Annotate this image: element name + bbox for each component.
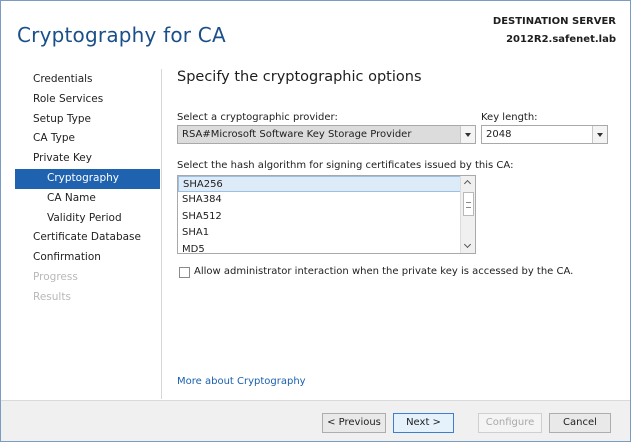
cancel-button[interactable]: Cancel [549,413,611,433]
key-length-select-value: 2048 [486,129,512,140]
hash-list-scrollbar[interactable] [460,176,475,253]
nav-item-validity-period[interactable]: Validity Period [15,209,160,229]
nav-item-progress: Progress [33,270,78,283]
nav-item-role-services[interactable]: Role Services [15,90,160,110]
previous-button[interactable]: < Previous [322,413,386,433]
section-title: Specify the cryptographic options [177,69,422,85]
nav-item-private-key[interactable]: Private Key [15,149,160,169]
nav-item-confirmation[interactable]: Confirmation [15,248,160,268]
provider-select[interactable]: RSA#Microsoft Software Key Storage Provi… [177,125,476,144]
admin-interaction-checkbox[interactable] [179,267,190,278]
key-length-select[interactable]: 2048 [481,125,608,144]
key-length-label: Key length: [481,112,538,123]
destination-server-name: 2012R2.safenet.lab [506,34,616,45]
hash-algorithm-list[interactable]: SHA256 SHA384 SHA512 SHA1 MD5 [177,175,476,254]
page-title: Cryptography for CA [17,23,226,47]
scroll-up-icon[interactable] [461,176,475,190]
nav-item-ca-type[interactable]: CA Type [15,129,160,149]
hash-option-sha256[interactable]: SHA256 [178,176,475,193]
nav-item-results: Results [33,290,71,303]
scroll-thumb[interactable] [463,192,474,216]
hash-option-sha384[interactable]: SHA384 [178,192,475,208]
provider-label: Select a cryptographic provider: [177,112,338,123]
wizard-footer: < Previous Next > Configure Cancel [1,400,630,441]
hash-option-sha512[interactable]: SHA512 [178,209,475,225]
nav-item-setup-type[interactable]: Setup Type [15,110,160,130]
next-button[interactable]: Next > [393,413,454,433]
nav-item-ca-name[interactable]: CA Name [15,189,160,209]
nav-item-credentials[interactable]: Credentials [15,70,160,90]
wizard-window: Cryptography for CA DESTINATION SERVER 2… [0,0,631,442]
chevron-down-icon[interactable] [460,126,475,143]
admin-interaction-label[interactable]: Allow administrator interaction when the… [194,266,573,277]
nav-divider [161,69,162,399]
wizard-nav: Credentials Role Services Setup Type CA … [15,70,160,308]
more-about-cryptography-link[interactable]: More about Cryptography [177,376,306,387]
nav-item-cryptography[interactable]: Cryptography [15,168,160,189]
wizard-header: Cryptography for CA DESTINATION SERVER 2… [1,1,630,63]
nav-item-certificate-database[interactable]: Certificate Database [15,228,160,248]
configure-button: Configure [478,413,542,433]
scroll-down-icon[interactable] [461,239,475,253]
hash-option-md5[interactable]: MD5 [178,242,475,253]
destination-server-label: DESTINATION SERVER [492,16,616,27]
hash-option-sha1[interactable]: SHA1 [178,225,475,241]
hash-algorithm-label: Select the hash algorithm for signing ce… [177,160,514,171]
provider-select-value: RSA#Microsoft Software Key Storage Provi… [182,129,412,140]
chevron-down-icon[interactable] [592,126,607,143]
